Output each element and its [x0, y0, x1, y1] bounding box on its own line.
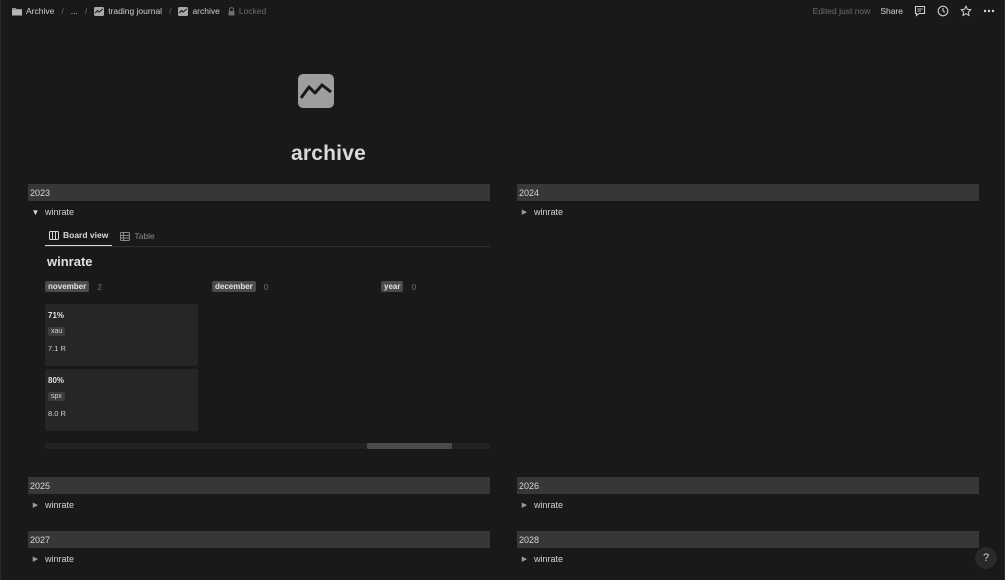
year-heading: 2027	[28, 531, 490, 548]
toggle-label: winrate	[534, 207, 564, 217]
caret-right-icon[interactable]: ▶	[31, 501, 40, 509]
tab-board-view[interactable]: Board view	[45, 230, 113, 246]
tab-label: Board view	[63, 230, 109, 240]
caret-right-icon[interactable]: ▶	[520, 501, 529, 509]
view-tabs: Board view Table	[45, 226, 490, 247]
toggle-label: winrate	[534, 554, 564, 564]
toggle-label: winrate	[45, 207, 75, 217]
group-label[interactable]: november	[45, 281, 90, 292]
toggle-label: winrate	[45, 500, 75, 510]
toggle-label: winrate	[45, 554, 75, 564]
board-card[interactable]: 71% xau 7.1 R	[45, 304, 198, 366]
comment-icon[interactable]	[913, 5, 926, 18]
card-tag: xau	[48, 327, 66, 336]
section-2028: 2028 ▶ winrate	[517, 531, 979, 568]
scrollbar-thumb[interactable]	[367, 443, 452, 449]
breadcrumb-label: Archive	[26, 6, 55, 16]
section-2026: 2026 ▶ winrate	[517, 477, 979, 514]
caret-right-icon[interactable]: ▶	[520, 208, 529, 216]
database-title[interactable]: winrate	[47, 254, 93, 269]
more-icon[interactable]	[982, 5, 995, 18]
group-december: december 0	[212, 280, 269, 293]
section-2027: 2027 ▶ winrate	[28, 531, 490, 568]
breadcrumb-label: trading journal	[108, 6, 163, 16]
card-title: 71%	[48, 311, 65, 320]
card-title: 80%	[48, 376, 65, 385]
lock-icon	[228, 6, 235, 16]
star-icon[interactable]	[959, 5, 972, 18]
caret-down-icon[interactable]: ▼	[31, 208, 40, 217]
section-2024: 2024 ▶ winrate	[517, 184, 979, 221]
section-2025: 2025 ▶ winrate	[28, 477, 490, 514]
group-year: year 0	[381, 280, 416, 293]
winrate-toggle[interactable]: ▶ winrate	[517, 496, 979, 514]
group-count: 0	[411, 281, 417, 292]
year-heading: 2026	[517, 477, 979, 494]
breadcrumb-label: archive	[192, 6, 220, 16]
breadcrumb-ellipsis[interactable]: ...	[69, 4, 80, 18]
winrate-toggle[interactable]: ▶ winrate	[28, 496, 490, 514]
tab-table[interactable]: Table	[116, 231, 158, 246]
board-horizontal-scrollbar[interactable]	[45, 443, 490, 449]
help-button[interactable]: ?	[975, 547, 997, 569]
share-button[interactable]: Share	[880, 6, 903, 16]
page-title[interactable]: archive	[291, 142, 366, 166]
breadcrumb-trading-journal[interactable]: trading journal	[92, 4, 164, 18]
section-2023: 2023 ▼ winrate	[28, 184, 490, 221]
toggle-label: winrate	[534, 500, 564, 510]
winrate-toggle[interactable]: ▶ winrate	[517, 203, 979, 221]
year-heading: 2024	[517, 184, 979, 201]
board-icon	[49, 230, 59, 240]
chart-page-icon	[178, 6, 189, 16]
breadcrumb-archive[interactable]: Archive	[10, 4, 56, 18]
year-heading: 2023	[28, 184, 490, 201]
locked-label: Locked	[238, 6, 267, 16]
page-icon[interactable]	[296, 72, 336, 110]
breadcrumb-label: ...	[70, 6, 78, 16]
group-november: november 2	[45, 280, 102, 293]
table-icon	[120, 231, 131, 241]
clock-icon[interactable]	[936, 5, 949, 18]
group-label[interactable]: year	[381, 281, 404, 292]
breadcrumb-separator: /	[84, 6, 88, 16]
winrate-toggle[interactable]: ▶ winrate	[517, 550, 979, 568]
topbar-actions: Edited just now Share	[813, 5, 995, 18]
winrate-toggle[interactable]: ▶ winrate	[28, 550, 490, 568]
card-r-value: 7.1 R	[48, 344, 66, 353]
year-heading: 2028	[517, 531, 979, 548]
topbar: Archive / ... / trading journal / archiv…	[0, 0, 1005, 22]
breadcrumb-separator: /	[61, 6, 64, 16]
board-card[interactable]: 80% spx 8.0 R	[45, 369, 198, 431]
card-tag: spx	[48, 392, 65, 401]
year-heading: 2025	[28, 477, 490, 494]
group-label[interactable]: december	[212, 281, 256, 292]
group-count: 0	[263, 281, 269, 292]
group-count: 2	[97, 281, 102, 292]
breadcrumb: Archive / ... / trading journal / archiv…	[10, 4, 268, 18]
chart-page-icon	[94, 6, 105, 16]
folder-icon	[12, 7, 22, 16]
winrate-toggle[interactable]: ▼ winrate	[28, 203, 490, 221]
locked-indicator[interactable]: Locked	[226, 4, 268, 18]
card-r-value: 8.0 R	[48, 409, 66, 418]
tab-label: Table	[134, 231, 155, 241]
caret-right-icon[interactable]: ▶	[31, 555, 40, 563]
breadcrumb-separator: /	[169, 6, 172, 16]
breadcrumb-archive-page[interactable]: archive	[176, 4, 221, 18]
edited-status: Edited just now	[812, 6, 871, 16]
caret-right-icon[interactable]: ▶	[520, 555, 529, 563]
